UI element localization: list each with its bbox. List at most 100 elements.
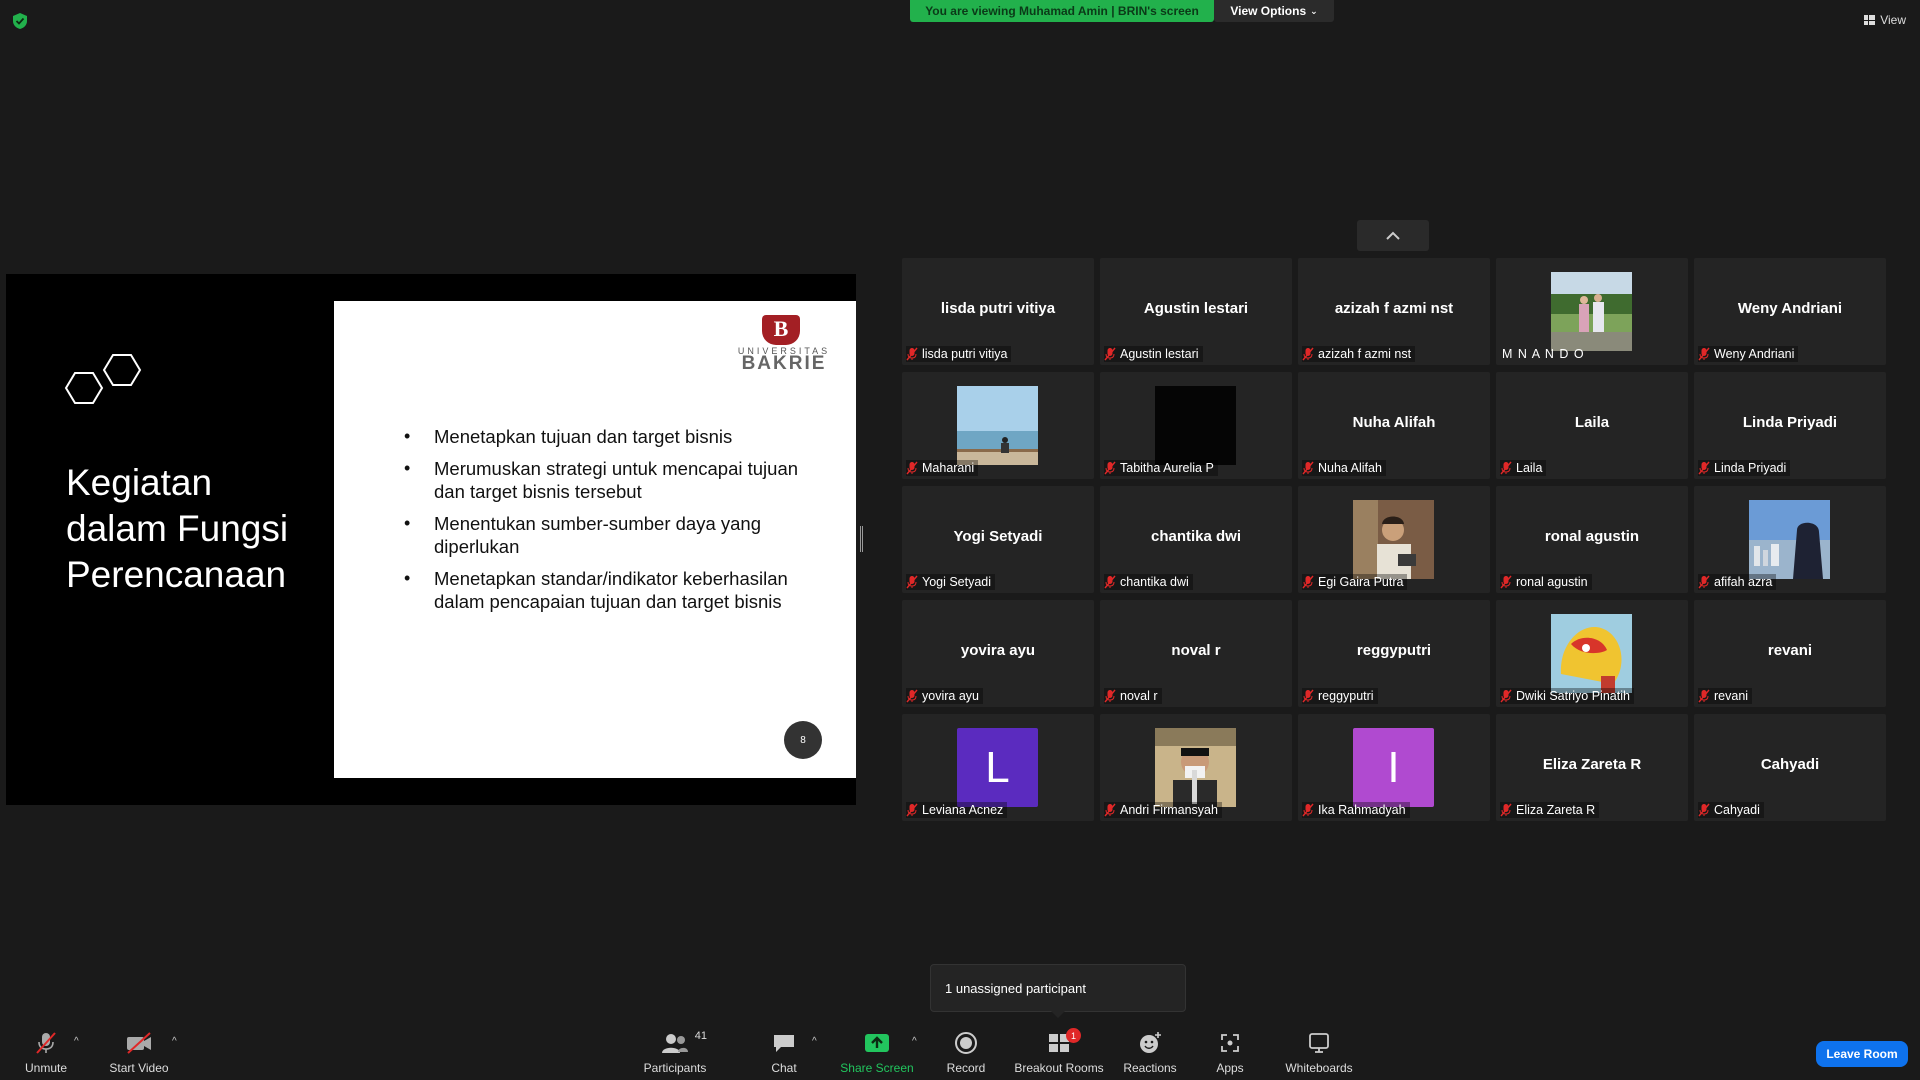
apps-icon	[1221, 1034, 1239, 1052]
reactions-emoji-icon	[1140, 1032, 1161, 1053]
participant-name-label: ronal agustin	[1500, 574, 1592, 590]
participants-icon	[662, 1034, 688, 1053]
participant-photo-avatar	[1551, 614, 1632, 693]
participant-tile[interactable]: Linda Priyadi Linda Priyadi	[1694, 372, 1886, 479]
breakout-rooms-button[interactable]: 1 Breakout Rooms	[1014, 1028, 1104, 1075]
participant-name-label: chantika dwi	[1104, 574, 1193, 590]
participant-tile[interactable]: ronal agustin ronal agustin	[1496, 486, 1688, 593]
split-view-resize-handle[interactable]	[860, 526, 863, 552]
participants-count: 41	[694, 1030, 707, 1042]
view-options-button[interactable]: View Options ⌄	[1214, 0, 1334, 22]
universitas-bakrie-logo: B UNIVERSITAS BAKRIE	[728, 315, 840, 374]
participant-name-label: Linda Priyadi	[1698, 460, 1791, 476]
participant-name: Agustin lestari	[1120, 347, 1199, 361]
slide-bullet: Menetapkan standar/indikator keberhasila…	[404, 567, 804, 613]
participant-gallery: lisda putri vitiya lisda putri vitiya Agus…	[902, 258, 1888, 821]
participant-tile[interactable]: Andri Firmansyah	[1100, 714, 1292, 821]
participant-tile[interactable]: Egi Gaira Putra	[1298, 486, 1490, 593]
participant-tile[interactable]: azizah f azmi nst azizah f azmi nst	[1298, 258, 1490, 365]
microphone-muted-icon	[1698, 575, 1710, 589]
start-video-button[interactable]: Start Video	[104, 1030, 174, 1075]
microphone-muted-icon	[906, 803, 918, 817]
participant-display-name: Cahyadi	[1760, 756, 1820, 773]
audio-options-caret[interactable]: ^	[74, 1036, 79, 1047]
participant-tile[interactable]: noval r noval r	[1100, 600, 1292, 707]
viewing-screen-banner: You are viewing Muhamad Amin | BRIN's sc…	[910, 0, 1214, 22]
shared-screen[interactable]: Kegiatan dalam Fungsi Perencanaan B UNIV…	[6, 274, 856, 805]
logo-bakrie-text: BAKRIE	[741, 353, 827, 374]
participant-tile[interactable]: Maharani	[902, 372, 1094, 479]
participant-tile[interactable]: revani revani	[1694, 600, 1886, 707]
participant-name: Leviana Acnez	[922, 803, 1004, 817]
start-video-label: Start Video	[109, 1061, 169, 1075]
hexagon-decoration-icon	[64, 354, 142, 404]
chat-icon	[774, 1035, 794, 1052]
view-button[interactable]: View	[1864, 10, 1906, 30]
share-screen-button[interactable]: Share Screen	[840, 1030, 914, 1075]
participant-tile[interactable]: Dwiki Satriyo Pinatih	[1496, 600, 1688, 707]
whiteboard-icon	[1309, 1033, 1329, 1053]
participant-initial-avatar: I	[1353, 728, 1434, 807]
participant-name-label: Egi Gaira Putra	[1302, 574, 1408, 590]
participant-display-name: Weny Andriani	[1737, 300, 1843, 317]
participant-tile[interactable]: Weny Andriani Weny Andriani	[1694, 258, 1886, 365]
participant-display-name: Nuha Alifah	[1352, 414, 1436, 431]
breakout-rooms-badge: 1	[1066, 1028, 1081, 1043]
participant-name: chantika dwi	[1120, 575, 1189, 589]
participant-tile[interactable]: lisda putri vitiya lisda putri vitiya	[902, 258, 1094, 365]
whiteboards-button[interactable]: Whiteboards	[1284, 1030, 1354, 1075]
participant-tile[interactable]: reggyputri reggyputri	[1298, 600, 1490, 707]
video-options-caret[interactable]: ^	[172, 1036, 177, 1047]
share-options-caret[interactable]: ^	[912, 1036, 917, 1047]
participant-name: Linda Priyadi	[1714, 461, 1787, 475]
participant-name-label: Eliza Zareta R	[1500, 802, 1600, 818]
leave-room-button[interactable]: Leave Room	[1816, 1041, 1908, 1067]
participant-tile[interactable]: yovira ayu yovira ayu	[902, 600, 1094, 707]
participant-name-label: Maharani	[906, 460, 979, 476]
participant-name: Maharani	[922, 461, 975, 475]
participant-tile[interactable]: L Leviana Acnez	[902, 714, 1094, 821]
participant-display-name: Eliza Zareta R	[1542, 756, 1642, 773]
participant-name: Eliza Zareta R	[1516, 803, 1596, 817]
participant-name-label: afifah azra	[1698, 574, 1777, 590]
apps-button[interactable]: Apps	[1212, 1030, 1248, 1075]
record-button[interactable]: Record	[946, 1030, 986, 1075]
participants-label: Participants	[643, 1061, 707, 1075]
participant-name-label: azizah f azmi nst	[1302, 346, 1416, 362]
participant-name-label: Ika Rahmadyah	[1302, 802, 1410, 818]
unmute-button[interactable]: Unmute	[18, 1030, 74, 1075]
chat-options-caret[interactable]: ^	[812, 1036, 817, 1047]
unassigned-participant-tooltip[interactable]: 1 unassigned participant	[930, 964, 1186, 1018]
participant-tile[interactable]: I Ika Rahmadyah	[1298, 714, 1490, 821]
participant-tile[interactable]: Eliza Zareta R Eliza Zareta R	[1496, 714, 1688, 821]
participant-tile[interactable]: Agustin lestari Agustin lestari	[1100, 258, 1292, 365]
participant-name: afifah azra	[1714, 575, 1773, 589]
participant-tile[interactable]: chantika dwi chantika dwi	[1100, 486, 1292, 593]
participant-tile[interactable]: Nuha Alifah Nuha Alifah	[1298, 372, 1490, 479]
participant-tile[interactable]: Yogi Setyadi Yogi Setyadi	[902, 486, 1094, 593]
participant-tile[interactable]: afifah azra	[1694, 486, 1886, 593]
zoom-meeting-window: You are viewing Muhamad Amin | BRIN's sc…	[0, 0, 1920, 1080]
participant-display-name: Yogi Setyadi	[953, 528, 1043, 545]
participant-display-name: azizah f azmi nst	[1334, 300, 1454, 317]
participants-button[interactable]: 41 Participants	[640, 1030, 710, 1075]
participant-tile[interactable]: Cahyadi Cahyadi	[1694, 714, 1886, 821]
gallery-page-up-button[interactable]	[1357, 220, 1429, 251]
chat-button[interactable]: Chat	[764, 1030, 804, 1075]
participant-tile[interactable]: Laila Laila	[1496, 372, 1688, 479]
microphone-muted-icon	[1302, 689, 1314, 703]
participant-display-name: noval r	[1171, 642, 1221, 659]
participant-tile[interactable]: M N A N D O	[1496, 258, 1688, 365]
participant-name-label: Cahyadi	[1698, 802, 1764, 818]
participant-display-name: Linda Priyadi	[1742, 414, 1838, 431]
reactions-button[interactable]: Reactions	[1123, 1030, 1177, 1075]
microphone-muted-icon	[1302, 461, 1314, 475]
participant-tile[interactable]: Tabitha Aurelia P	[1100, 372, 1292, 479]
participant-name: Tabitha Aurelia P	[1120, 461, 1214, 475]
share-screen-icon	[865, 1034, 889, 1052]
security-shield-icon[interactable]	[12, 12, 28, 30]
microphone-muted-icon	[1500, 689, 1512, 703]
participant-name-label: Weny Andriani	[1698, 346, 1799, 362]
slide-title: Kegiatan dalam Fungsi Perencanaan	[66, 462, 289, 595]
participant-name-label: Laila	[1500, 460, 1547, 476]
